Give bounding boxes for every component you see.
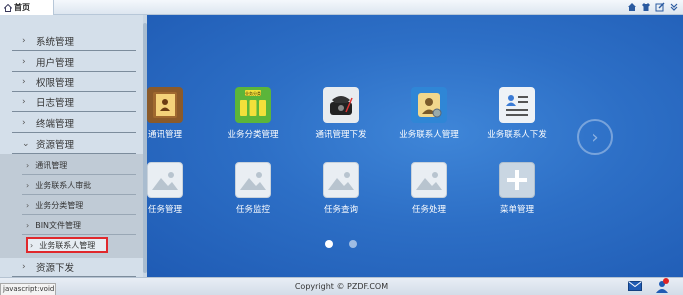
sidebar-item-label: 系统管理 <box>36 36 75 48</box>
contact-list-icon <box>499 87 535 123</box>
sidebar-item-resources[interactable]: ⌄ 资源管理 <box>12 134 136 154</box>
main-panel: 通讯管理 业务分类 业务分类管理 通讯管理下发 业务联系人管理 业务联系人下发 <box>147 15 683 277</box>
notification-badge <box>663 278 669 284</box>
edit-icon[interactable] <box>655 2 665 12</box>
sidebar-item-label: 终端管理 <box>36 118 75 130</box>
tile-label: 任务处理 <box>411 205 446 215</box>
tile-task-query[interactable]: 任务查询 <box>296 162 386 215</box>
tab-home[interactable]: 首页 <box>0 0 54 15</box>
submenu-item-bin[interactable]: › BIN文件管理 <box>22 216 136 235</box>
top-bar: 首页 <box>0 0 683 15</box>
green-app-badge-text: 业务分类 <box>245 90 261 96</box>
telephone-icon <box>323 87 359 123</box>
chevron-right-icon: › <box>22 96 26 107</box>
submenu-item-contact-approval[interactable]: › 业务联系人审批 <box>22 176 136 195</box>
chevron-right-icon: › <box>26 200 30 210</box>
sidebar-item-users[interactable]: › 用户管理 <box>12 52 136 72</box>
copyright-text: Copyright © PZDF.COM <box>294 282 389 291</box>
tile-label: 业务联系人管理 <box>399 130 459 140</box>
tile-task-process[interactable]: 任务处理 <box>384 162 474 215</box>
tile-label: 菜单管理 <box>499 205 534 215</box>
home-icon <box>4 3 12 12</box>
submenu-item-label: BIN文件管理 <box>35 220 82 230</box>
submenu-item-label: 业务联系人审批 <box>35 180 92 190</box>
sidebar-item-permissions[interactable]: › 权限管理 <box>12 72 136 92</box>
plus-icon <box>499 162 535 198</box>
contact-settings-icon <box>411 87 447 123</box>
sidebar-item-resource-dispatch[interactable]: › 资源下发 <box>12 257 136 277</box>
page-dot[interactable] <box>349 240 357 248</box>
tile-contact-management[interactable]: 业务联系人管理 <box>384 87 474 140</box>
sidebar-item-label: 日志管理 <box>36 97 75 109</box>
chevron-right-icon: › <box>22 35 26 46</box>
tab-home-label: 首页 <box>14 3 30 12</box>
category-app-icon: 业务分类 <box>235 87 271 123</box>
chevron-right-icon: › <box>22 56 26 67</box>
tile-label: 通讯管理 <box>147 130 182 140</box>
chevron-right-icon: › <box>22 117 26 128</box>
chevron-right-icon: › <box>22 76 26 87</box>
tile-label: 通讯管理下发 <box>315 130 367 140</box>
next-page-arrow-icon[interactable]: › <box>577 119 613 155</box>
home-icon[interactable] <box>627 2 637 12</box>
tile-label: 任务管理 <box>147 205 182 215</box>
tile-label: 任务查询 <box>323 205 358 215</box>
tile-category-management[interactable]: 业务分类 业务分类管理 <box>208 87 298 140</box>
sidebar-item-label: 用户管理 <box>36 57 75 69</box>
sidebar-item-label: 资源管理 <box>36 139 75 151</box>
chevron-right-icon: › <box>26 220 30 230</box>
submenu-item-comm[interactable]: › 通讯管理 <box>22 156 136 175</box>
chevron-right-icon: › <box>26 180 30 190</box>
submenu-item-label: 业务分类管理 <box>35 200 84 210</box>
sidebar-item-system[interactable]: › 系统管理 <box>12 31 136 51</box>
chevron-down-icon: ⌄ <box>22 138 30 149</box>
page-dot-active[interactable] <box>325 240 333 248</box>
footer: javascript:void(0); Copyright © PZDF.COM <box>0 277 683 295</box>
tile-task-monitor[interactable]: 任务监控 <box>208 162 298 215</box>
submenu-item-label: 业务联系人管理 <box>39 240 96 250</box>
tile-menu-management[interactable]: 菜单管理 <box>472 162 562 215</box>
mail-icon[interactable] <box>628 281 642 291</box>
image-placeholder-icon <box>411 162 447 198</box>
submenu-item-label: 通讯管理 <box>35 160 68 170</box>
chevron-right-icon: › <box>26 160 30 170</box>
image-placeholder-icon <box>147 162 183 198</box>
chevron-right-icon: › <box>22 261 26 272</box>
tile-task-management[interactable]: 任务管理 <box>147 162 210 215</box>
collapse-icon[interactable] <box>669 2 679 12</box>
submenu-item-category[interactable]: › 业务分类管理 <box>22 196 136 215</box>
image-placeholder-icon <box>235 162 271 198</box>
sidebar: › 系统管理 › 用户管理 › 权限管理 › 日志管理 › 终端管理 ⌄ 资源管… <box>0 15 147 277</box>
shirt-icon[interactable] <box>641 2 651 12</box>
submenu-item-contact-management[interactable]: › 业务联系人管理 <box>26 237 108 253</box>
sidebar-item-terminals[interactable]: › 终端管理 <box>12 113 136 133</box>
tile-comm-dispatch[interactable]: 通讯管理下发 <box>296 87 386 140</box>
chevron-right-icon: › <box>30 240 34 250</box>
address-book-icon <box>147 87 183 123</box>
tile-comm-management[interactable]: 通讯管理 <box>147 87 210 140</box>
tile-label: 业务联系人下发 <box>487 130 547 140</box>
image-placeholder-icon <box>323 162 359 198</box>
sidebar-item-label: 权限管理 <box>36 77 75 89</box>
sidebar-item-label: 资源下发 <box>36 262 75 274</box>
tile-label: 业务分类管理 <box>227 130 279 140</box>
tile-label: 任务监控 <box>235 205 270 215</box>
sidebar-item-logs[interactable]: › 日志管理 <box>12 92 136 112</box>
tile-contact-dispatch[interactable]: 业务联系人下发 <box>472 87 562 140</box>
